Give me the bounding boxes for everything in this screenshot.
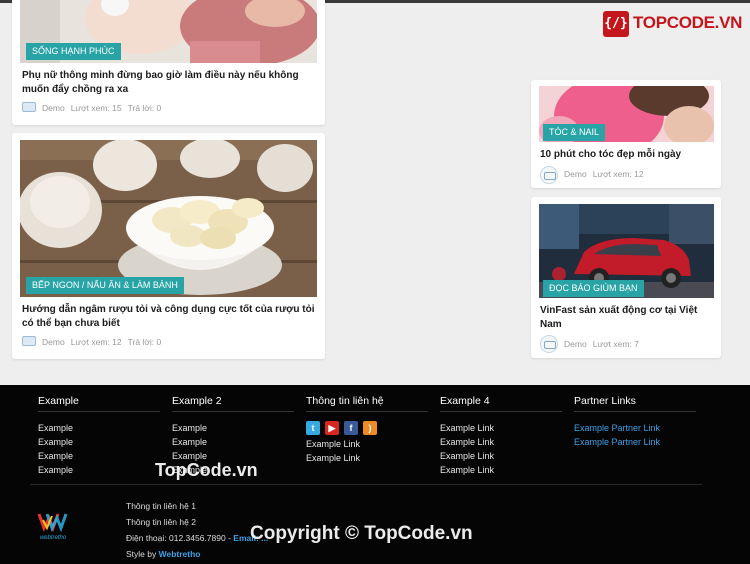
post-views: Lượt xem: 12 <box>70 337 122 347</box>
author-avatar <box>540 166 558 184</box>
garlic-photo <box>20 140 317 297</box>
watermark-large: Copyright © TopCode.vn <box>250 523 473 544</box>
footer-column-title: Example 4 <box>440 394 562 412</box>
author-avatar <box>22 102 36 112</box>
footer-link[interactable]: Example <box>38 421 160 435</box>
webtretho-logo-text: webtretho <box>40 535 67 541</box>
footer-link[interactable]: Example Link <box>306 451 428 465</box>
post-title[interactable]: 10 phút cho tóc đẹp mỗi ngày <box>540 148 715 162</box>
twitter-icon[interactable]: t <box>306 421 320 435</box>
footer-link[interactable]: Example <box>172 435 294 449</box>
post-views: Lượt xem: 12 <box>592 169 644 179</box>
style-by-line: Style by Webtretho <box>126 546 268 562</box>
post-card[interactable]: Bếp ngon / Nấu ăn & làm bánh Hướng dẫn n… <box>12 133 325 359</box>
footer-column-title: Example <box>38 394 160 412</box>
post-author[interactable]: Demo <box>564 169 587 179</box>
post-category-tag[interactable]: Đọc báo giùm bạn <box>543 280 644 297</box>
post-meta: Demo Lượt xem: 15 Trả lời: 0 <box>22 101 167 115</box>
partner-link[interactable]: Example Partner Link <box>574 435 696 449</box>
post-card[interactable]: Đọc báo giùm bạn VinFast sản xuất động c… <box>531 197 721 358</box>
post-card[interactable]: Sống hạnh phúc Phụ nữ thông minh đừng ba… <box>12 0 325 125</box>
post-replies: Trả lời: 0 <box>127 337 162 347</box>
footer-link[interactable]: Example <box>38 435 160 449</box>
footer-column-title: Example 2 <box>172 394 294 412</box>
youtube-icon[interactable]: ▶ <box>325 421 339 435</box>
post-author[interactable]: Demo <box>564 339 587 349</box>
footer-link[interactable]: Example Link <box>440 435 562 449</box>
post-category-tag[interactable]: Bếp ngon / Nấu ăn & làm bánh <box>26 277 184 294</box>
post-meta: Demo Lượt xem: 12 Trả lời: 0 <box>22 335 167 349</box>
post-title[interactable]: VinFast sản xuất động cơ tại Việt Nam <box>540 304 710 332</box>
post-title[interactable]: Hướng dẫn ngâm rượu tỏi và công dụng cực… <box>22 303 317 331</box>
post-thumbnail[interactable] <box>20 140 317 297</box>
watermark-small: TopCode.vn <box>155 460 258 480</box>
footer-column-title: Thông tin liên hệ <box>306 394 428 412</box>
footer-link[interactable]: Example Link <box>306 437 428 451</box>
contact-line: Thông tin liên hệ 2 <box>126 517 196 527</box>
contact-phone: Điện thoại: 012.3456.7890 - <box>126 533 234 543</box>
contact-line: Thông tin liên hệ 1 <box>126 501 196 511</box>
footer-column: Partner Links Example Partner Link Examp… <box>574 394 696 449</box>
post-category-tag[interactable]: Sống hạnh phúc <box>26 43 121 60</box>
social-icons: t ▶ f) <box>306 418 428 435</box>
footer-contact-info: Thông tin liên hệ 1 Thông tin liên hệ 2 … <box>126 498 268 562</box>
footer-link[interactable]: Example Link <box>440 463 562 477</box>
post-meta: Demo Lượt xem: 12 <box>564 167 650 181</box>
webtretho-logo-icon[interactable]: webtretho <box>33 511 73 541</box>
author-avatar <box>540 335 558 353</box>
footer-link[interactable]: Example <box>172 421 294 435</box>
footer-link[interactable]: Example <box>38 463 160 477</box>
code-brackets-icon: {/} <box>603 11 629 37</box>
footer-column: Thông tin liên hệ t ▶ f) Example Link Exam… <box>306 394 428 465</box>
facebook-icon[interactable]: f <box>344 421 358 435</box>
post-views: Lượt xem: 15 <box>70 103 122 113</box>
post-author[interactable]: Demo <box>42 337 65 347</box>
post-views: Lượt xem: 7 <box>592 339 639 349</box>
partner-link[interactable]: Example Partner Link <box>574 421 696 435</box>
footer-link[interactable]: Example Link <box>440 421 562 435</box>
style-by-link[interactable]: Webtretho <box>159 549 201 559</box>
footer-link[interactable]: Example <box>38 449 160 463</box>
footer-divider <box>30 484 702 485</box>
footer-column-title: Partner Links <box>574 394 696 412</box>
footer-column: Example Example Example Example Example <box>38 394 160 477</box>
post-title[interactable]: Phụ nữ thông minh đừng bao giờ làm điều … <box>22 69 317 97</box>
footer-link[interactable]: Example Link <box>440 449 562 463</box>
site-logo[interactable]: {/} TOPCODE.VN <box>603 11 742 37</box>
site-logo-text: TOPCODE.VN <box>633 13 743 32</box>
author-avatar <box>22 336 36 346</box>
post-category-tag[interactable]: Tóc & Nail <box>543 124 606 141</box>
post-replies: Trả lời: 0 <box>127 103 162 113</box>
style-by-label: Style by <box>126 549 159 559</box>
post-author[interactable]: Demo <box>42 103 65 113</box>
post-meta: Demo Lượt xem: 7 <box>564 337 645 351</box>
rss-icon[interactable]: ) <box>363 421 377 435</box>
footer-column: Example 4 Example Link Example Link Exam… <box>440 394 562 477</box>
contact-phone-line: Điện thoại: 012.3456.7890 - Email: ... <box>126 530 268 546</box>
post-card[interactable]: Tóc & Nail 10 phút cho tóc đẹp mỗi ngày … <box>531 80 721 188</box>
